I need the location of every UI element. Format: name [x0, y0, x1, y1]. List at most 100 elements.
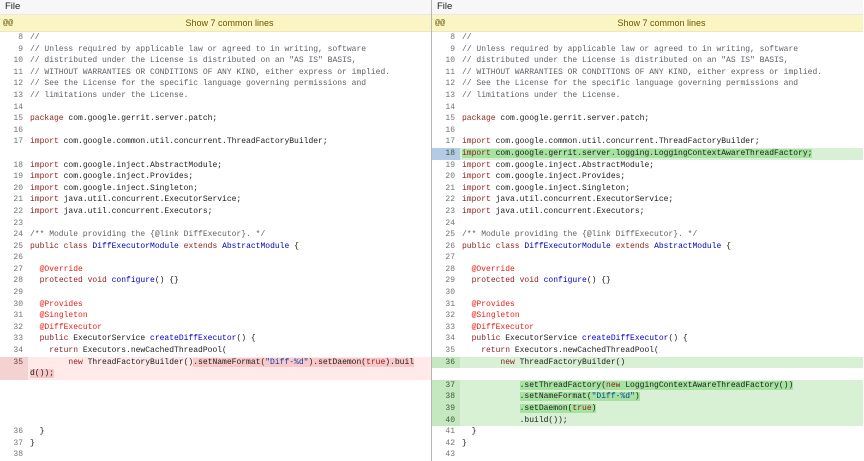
line-number[interactable]: 15: [0, 113, 28, 125]
line-number[interactable]: 29: [432, 275, 460, 287]
line-number[interactable]: 42: [432, 438, 460, 450]
line-number[interactable]: 11: [0, 67, 28, 79]
line-number[interactable]: 35: [0, 357, 28, 369]
diff-row: 8//: [0, 32, 431, 44]
diff-row-padding: [0, 415, 431, 427]
line-number[interactable]: 36: [432, 357, 460, 369]
line-number[interactable]: 13: [0, 90, 28, 102]
line-number[interactable]: 24: [432, 218, 460, 230]
code-token: }: [462, 439, 467, 448]
show-common-lines-button[interactable]: Show 7 common lines: [28, 18, 431, 28]
line-number[interactable]: 37: [0, 438, 28, 450]
line-number[interactable]: 25: [0, 241, 28, 253]
code-token: public: [472, 334, 506, 343]
line-number[interactable]: 22: [432, 194, 460, 206]
line-number[interactable]: 28: [432, 264, 460, 276]
code-token: package: [30, 114, 64, 123]
line-number[interactable]: 11: [432, 67, 460, 79]
line-number[interactable]: 17: [432, 136, 460, 148]
code-line: }: [460, 438, 863, 450]
code-line: // limitations under the License.: [460, 90, 863, 102]
line-number[interactable]: 15: [432, 113, 460, 125]
code-token: java.util.concurrent.ExecutorService;: [59, 195, 241, 204]
line-number[interactable]: 16: [432, 125, 460, 137]
code-token: true: [572, 404, 591, 413]
line-number[interactable]: 14: [0, 102, 28, 114]
line-number[interactable]: 32: [0, 322, 28, 334]
line-number[interactable]: 9: [0, 44, 28, 56]
diff-row: 18import com.google.inject.AbstractModul…: [0, 160, 431, 172]
line-number[interactable]: 43: [432, 449, 460, 461]
code-token: protected void: [40, 276, 112, 285]
line-number[interactable]: 31: [0, 310, 28, 322]
line-number[interactable]: 33: [432, 322, 460, 334]
diff-row: 27 @Override: [0, 264, 431, 276]
line-number[interactable]: 23: [432, 206, 460, 218]
line-number[interactable]: 10: [0, 55, 28, 67]
line-number[interactable]: 18: [432, 148, 460, 160]
line-number[interactable]: 26: [432, 241, 460, 253]
line-number[interactable]: 10: [432, 55, 460, 67]
line-number[interactable]: 36: [0, 426, 28, 438]
line-number[interactable]: 34: [0, 345, 28, 357]
line-number[interactable]: 18: [0, 160, 28, 172]
code-token: [30, 265, 40, 274]
code-token: com.google.inject.Provides;: [491, 172, 625, 181]
line-number[interactable]: 16: [0, 125, 28, 137]
line-number[interactable]: 32: [432, 310, 460, 322]
code-line: public ExecutorService createDiffExecuto…: [460, 333, 863, 345]
line-number[interactable]: 33: [0, 333, 28, 345]
code-token: [30, 346, 49, 355]
line-number[interactable]: 13: [432, 90, 460, 102]
line-number[interactable]: 38: [432, 391, 460, 403]
show-common-lines-button[interactable]: Show 7 common lines: [460, 18, 863, 28]
code-token: () {: [236, 334, 255, 343]
line-number[interactable]: 21: [432, 183, 460, 195]
line-number[interactable]: 40: [432, 415, 460, 427]
line-number[interactable]: 27: [432, 252, 460, 264]
diff-row: 29 protected void configure() {}: [432, 275, 863, 287]
diff-row: 22import java.util.concurrent.Executors;: [0, 206, 431, 218]
line-number[interactable]: 41: [432, 426, 460, 438]
line-number[interactable]: 38: [0, 449, 28, 461]
line-number[interactable]: 26: [0, 252, 28, 264]
line-number[interactable]: 19: [0, 171, 28, 183]
diff-row: 9// Unless required by applicable law or…: [432, 44, 863, 56]
line-number[interactable]: 27: [0, 264, 28, 276]
line-number[interactable]: 39: [432, 403, 460, 415]
line-number[interactable]: 25: [432, 229, 460, 241]
diff-row: 25/** Module providing the {@link DiffEx…: [432, 229, 863, 241]
line-number[interactable]: 19: [432, 160, 460, 172]
code-token: [462, 311, 472, 320]
line-number[interactable]: 35: [432, 345, 460, 357]
diff-row: 8//: [432, 32, 863, 44]
line-number[interactable]: 24: [0, 229, 28, 241]
line-number[interactable]: 8: [0, 32, 28, 44]
line-number[interactable]: 22: [0, 206, 28, 218]
code-token: DiffExecutorModule: [524, 242, 610, 251]
line-number[interactable]: 34: [432, 333, 460, 345]
line-number[interactable]: 12: [0, 78, 28, 90]
line-number[interactable]: 23: [0, 218, 28, 230]
diff-row: 14: [432, 102, 863, 114]
line-number[interactable]: 8: [432, 32, 460, 44]
line-number[interactable]: 37: [432, 380, 460, 392]
code-line: new ThreadFactoryBuilder().setNameFormat…: [28, 357, 431, 369]
line-number[interactable]: 30: [432, 287, 460, 299]
code-line: // See the License for the specific lang…: [460, 78, 863, 90]
line-number[interactable]: 9: [432, 44, 460, 56]
diff-row: 14: [0, 102, 431, 114]
line-number[interactable]: 12: [432, 78, 460, 90]
line-number[interactable]: 29: [0, 287, 28, 299]
line-number[interactable]: 21: [0, 194, 28, 206]
code-token: com.google.inject.AbstractModule;: [59, 161, 222, 170]
line-number[interactable]: 20: [432, 171, 460, 183]
line-number[interactable]: 14: [432, 102, 460, 114]
line-number[interactable]: 30: [0, 299, 28, 311]
line-number[interactable]: 20: [0, 183, 28, 195]
code-rows: 8//9// Unless required by applicable law…: [0, 32, 431, 461]
diff-row-padding: [0, 403, 431, 415]
line-number[interactable]: 31: [432, 299, 460, 311]
line-number[interactable]: 28: [0, 275, 28, 287]
line-number[interactable]: 17: [0, 136, 28, 148]
